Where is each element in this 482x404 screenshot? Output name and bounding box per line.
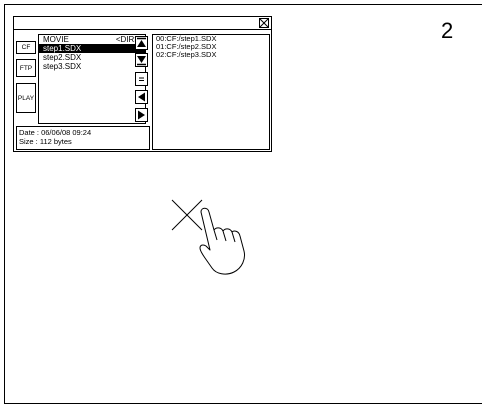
cf-button-label: CF: [21, 44, 31, 51]
list-item[interactable]: 02:CF:/step3.SDX: [156, 51, 269, 59]
destination-list[interactable]: 00:CF:/step1.SDX 01:CF:/step2.SDX 02:CF:…: [152, 34, 270, 150]
cf-button[interactable]: CF: [16, 41, 36, 54]
file-list-header[interactable]: MOVIE <DIR>: [39, 35, 145, 44]
play-button[interactable]: PLAY: [16, 83, 36, 113]
play-button-label: PLAY: [17, 94, 35, 102]
title-bar: [14, 17, 271, 30]
move-right-button[interactable]: [135, 108, 148, 122]
page-up-icon: [137, 37, 146, 47]
list-item-label: step3.SDX: [43, 62, 82, 71]
cross-mark-icon: [171, 199, 203, 231]
file-list[interactable]: MOVIE <DIR> step1.SDX step2.SDX step3.SD…: [38, 34, 146, 124]
equals-icon: [139, 77, 144, 81]
ftp-button-label: FTP: [19, 64, 33, 72]
arrow-right-icon: [138, 110, 145, 120]
ftp-button[interactable]: FTP: [16, 59, 36, 77]
list-item-label: step2.SDX: [43, 53, 82, 62]
arrow-left-icon: [138, 92, 145, 102]
page-down-icon: [137, 56, 146, 66]
list-item[interactable]: step1.SDX: [39, 44, 145, 53]
tap-gesture: [171, 199, 245, 275]
size-text: Size : 112 bytes: [19, 137, 72, 146]
tap-hand-icon: [199, 207, 245, 275]
page-up-button[interactable]: [135, 36, 148, 50]
file-info: Date : 06/06/08 09:24 Size : 112 bytes: [16, 126, 150, 150]
list-item[interactable]: step3.SDX: [39, 62, 145, 71]
move-left-button[interactable]: [135, 90, 148, 104]
step-number: 2: [441, 18, 454, 43]
list-item-label: step1.SDX: [43, 44, 82, 53]
file-transfer-window: CF FTP PLAY MOVIE <DIR> step1.SDX step2.…: [13, 16, 272, 152]
folder-name: MOVIE: [43, 35, 69, 44]
date-text: Date : 06/06/08 09:24: [19, 128, 92, 137]
page-down-button[interactable]: [135, 53, 148, 67]
list-item[interactable]: step2.SDX: [39, 53, 145, 62]
equals-button[interactable]: [135, 72, 148, 86]
close-icon[interactable]: [259, 18, 269, 28]
